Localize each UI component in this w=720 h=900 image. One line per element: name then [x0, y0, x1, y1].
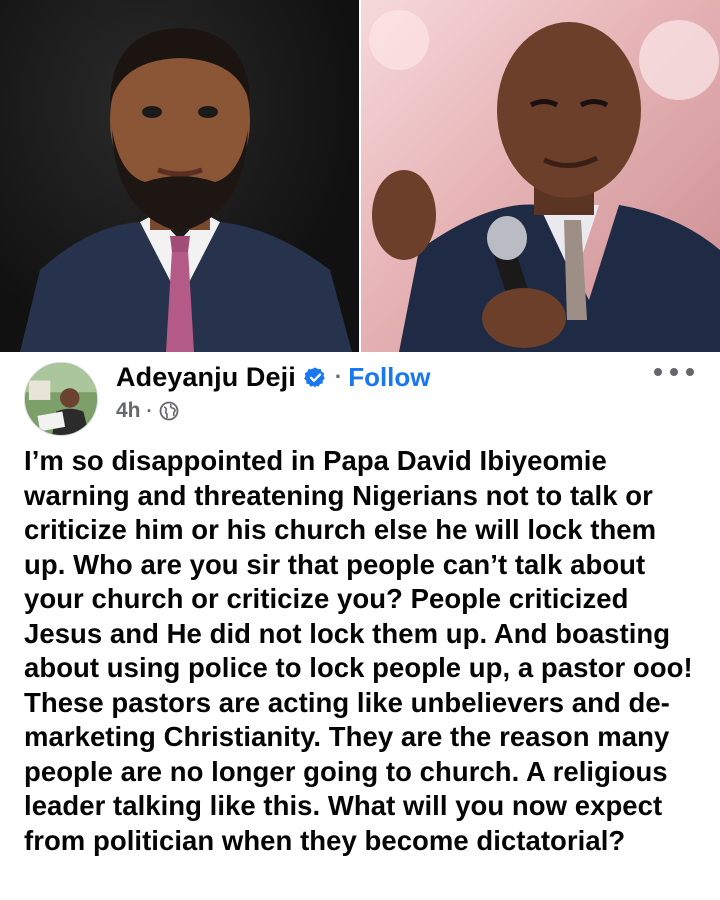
photo-speaker-with-microphone-right[interactable]: [359, 0, 720, 352]
globe-icon[interactable]: [159, 401, 179, 421]
post-text: I’m so disappointed in Papa David Ibiyeo…: [24, 445, 693, 856]
more-dot: [654, 368, 662, 376]
author-line: Adeyanju Deji · Follow: [116, 362, 431, 392]
verified-badge-icon: [304, 366, 327, 389]
post-header: Adeyanju Deji · Follow 4h ·: [24, 352, 696, 436]
more-dot: [670, 368, 678, 376]
meta-separator-dot: ·: [146, 400, 153, 421]
follow-button[interactable]: Follow: [348, 362, 430, 393]
post-image-collage[interactable]: [0, 0, 720, 352]
post-timestamp[interactable]: 4h: [116, 399, 141, 423]
post-body: I’m so disappointed in Papa David Ibiyeo…: [24, 444, 700, 858]
photo-divider: [359, 0, 361, 352]
post-meta: 4h ·: [116, 399, 179, 423]
separator-dot: ·: [334, 364, 343, 389]
photo-man-in-suit-left[interactable]: [0, 0, 359, 352]
more-options-icon[interactable]: [654, 360, 694, 384]
author-name[interactable]: Adeyanju Deji: [116, 362, 296, 393]
author-avatar[interactable]: [24, 362, 98, 436]
more-dot: [686, 368, 694, 376]
